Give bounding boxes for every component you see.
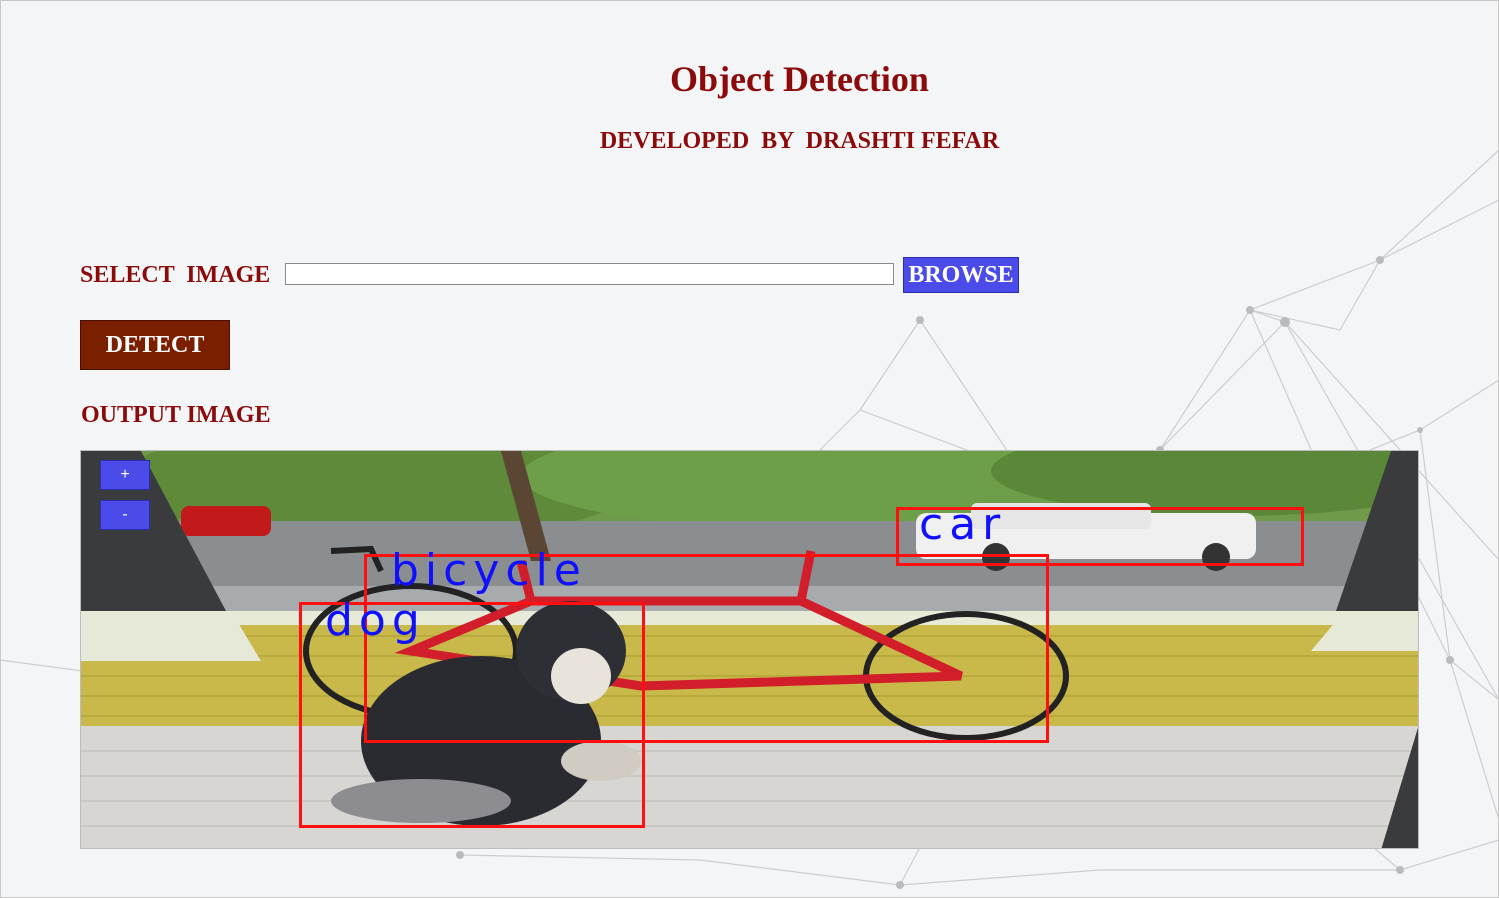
zoom-in-button[interactable]: + [100, 460, 150, 490]
bicycle-detection-label: bicycle [391, 545, 587, 596]
page-title: Object Detection [670, 59, 929, 99]
output-image: + - car bicycle dog [80, 450, 1419, 849]
output-image-label: OUTPUT IMAGE [81, 402, 271, 428]
browse-button[interactable]: BROWSE [903, 257, 1019, 293]
zoom-out-button[interactable]: - [100, 500, 150, 530]
dog-detection-label: dog [325, 595, 426, 646]
image-path-input[interactable] [285, 263, 894, 285]
select-image-label: SELECT IMAGE [80, 262, 271, 288]
car-detection-label: car [919, 499, 1007, 550]
developer-credit: DEVELOPED BY DRASHTI FEFAR [599, 128, 1000, 154]
detect-button[interactable]: DETECT [80, 320, 230, 370]
